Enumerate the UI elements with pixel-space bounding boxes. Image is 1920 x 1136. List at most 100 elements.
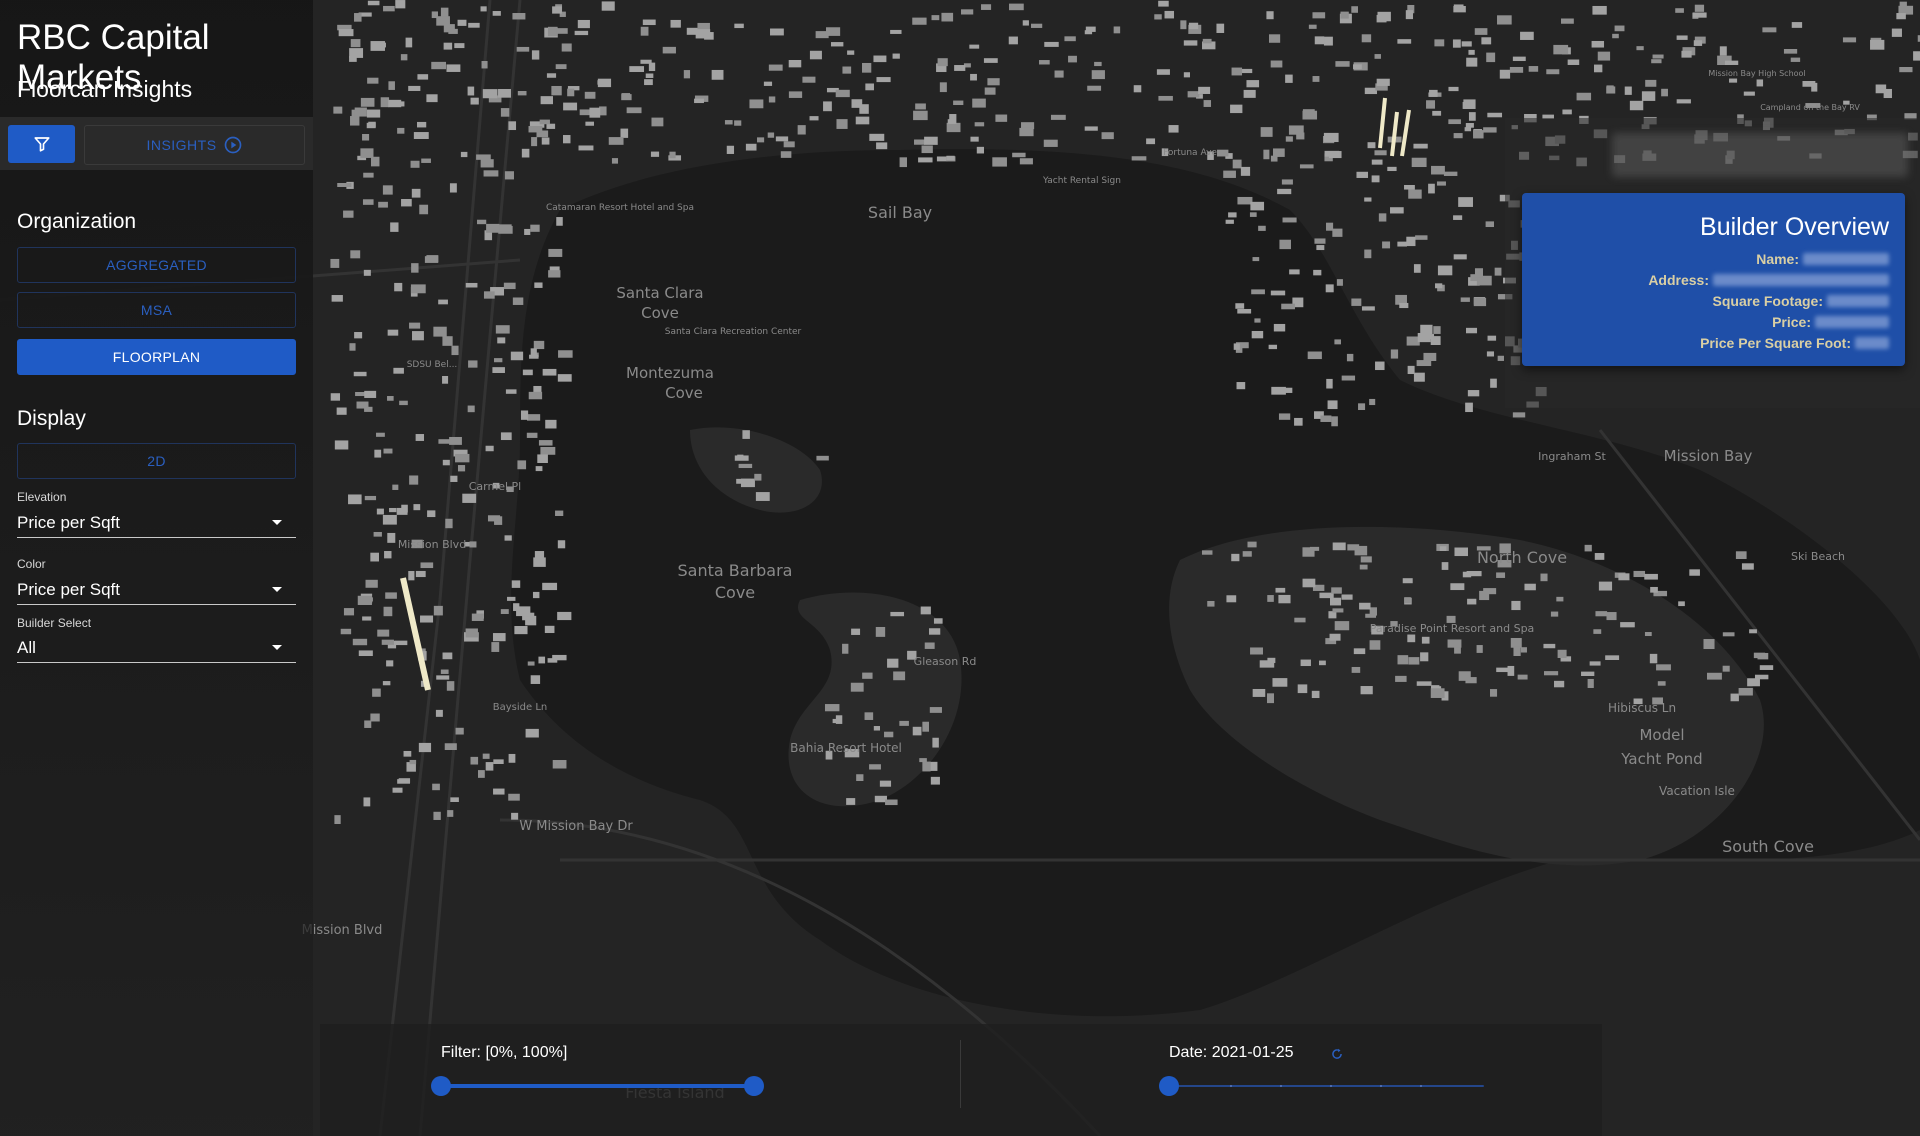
building — [780, 151, 792, 158]
building — [1556, 596, 1564, 602]
building — [1299, 164, 1314, 169]
building — [873, 55, 887, 63]
building — [1486, 351, 1495, 357]
building — [1240, 166, 1251, 176]
building — [930, 776, 940, 785]
building — [949, 114, 957, 124]
msa-button[interactable]: MSA — [17, 292, 296, 328]
filter-slider-max-thumb[interactable] — [744, 1076, 764, 1096]
date-slider-track[interactable] — [1169, 1085, 1484, 1087]
building — [1327, 400, 1338, 410]
building — [433, 811, 441, 820]
building — [847, 50, 855, 55]
building — [1512, 412, 1526, 418]
building — [1237, 196, 1253, 205]
building — [1217, 149, 1229, 157]
building — [410, 160, 420, 168]
refresh-icon[interactable] — [1330, 1047, 1344, 1061]
building — [1474, 268, 1484, 278]
building — [1543, 643, 1556, 649]
building — [455, 727, 464, 735]
building — [1101, 132, 1114, 140]
building — [552, 6, 562, 14]
building — [1397, 241, 1407, 247]
building — [1289, 269, 1300, 275]
building — [330, 393, 341, 401]
floorplan-button[interactable]: FLOORPLAN — [17, 339, 296, 375]
building — [409, 759, 417, 765]
filter-slider-track[interactable] — [441, 1084, 754, 1088]
building — [409, 475, 419, 485]
map-label: W Mission Bay Dr — [519, 819, 633, 834]
building — [1656, 664, 1671, 671]
building — [1207, 600, 1215, 607]
building — [1465, 402, 1473, 413]
building — [1360, 686, 1373, 695]
building — [373, 531, 382, 537]
building — [533, 557, 546, 567]
building — [1467, 390, 1480, 397]
builder-select[interactable]: All — [17, 633, 296, 663]
building — [961, 9, 974, 15]
building — [1371, 175, 1380, 183]
building — [1364, 87, 1378, 95]
building — [487, 515, 501, 522]
building — [1453, 4, 1464, 9]
building — [528, 391, 543, 400]
building — [530, 675, 541, 684]
building — [510, 351, 524, 361]
building — [376, 432, 385, 437]
building — [970, 73, 977, 81]
building — [683, 70, 691, 79]
aggregated-button[interactable]: AGGREGATED — [17, 247, 296, 283]
building — [884, 731, 894, 738]
building — [1759, 665, 1774, 670]
color-select[interactable]: Price per Sqft — [17, 575, 296, 605]
building — [500, 609, 509, 614]
building — [809, 116, 819, 121]
filter-button[interactable] — [8, 125, 75, 163]
building — [1267, 657, 1276, 664]
mode-2d-button[interactable]: 2D — [17, 443, 296, 479]
building — [387, 396, 394, 401]
building — [362, 616, 372, 621]
building — [1133, 85, 1142, 93]
building — [1044, 41, 1059, 47]
building — [500, 432, 512, 441]
building — [1019, 127, 1034, 137]
building — [1436, 181, 1446, 186]
insights-label: INSIGHTS — [146, 137, 217, 153]
filter-slider-min-thumb[interactable] — [431, 1076, 451, 1096]
building — [338, 29, 354, 37]
map-label: Campland on the Bay RV — [1760, 103, 1860, 112]
date-slider-thumb[interactable] — [1159, 1076, 1179, 1096]
bottom-controls — [320, 1024, 1602, 1136]
building — [1358, 403, 1366, 411]
building — [555, 64, 567, 70]
building — [546, 123, 556, 129]
insights-button[interactable]: INSIGHTS — [84, 125, 305, 165]
building — [1376, 78, 1390, 86]
building — [362, 199, 374, 205]
building — [1448, 86, 1459, 92]
map-label: Santa Clara Recreation Center — [665, 327, 802, 337]
building — [516, 46, 530, 52]
building — [396, 507, 408, 515]
building — [383, 5, 395, 12]
building — [1311, 690, 1320, 699]
building — [450, 475, 458, 482]
building — [360, 148, 374, 158]
building — [507, 596, 516, 601]
building — [433, 326, 447, 337]
display-title: Display — [17, 407, 86, 430]
building — [495, 325, 510, 334]
building — [1567, 59, 1580, 65]
building — [1297, 684, 1308, 694]
building — [946, 122, 961, 133]
building — [1432, 110, 1442, 116]
building — [918, 157, 933, 163]
building — [865, 83, 874, 91]
elevation-select[interactable]: Price per Sqft — [17, 508, 296, 538]
building — [1156, 69, 1170, 75]
map-label: Montezuma — [626, 364, 714, 382]
